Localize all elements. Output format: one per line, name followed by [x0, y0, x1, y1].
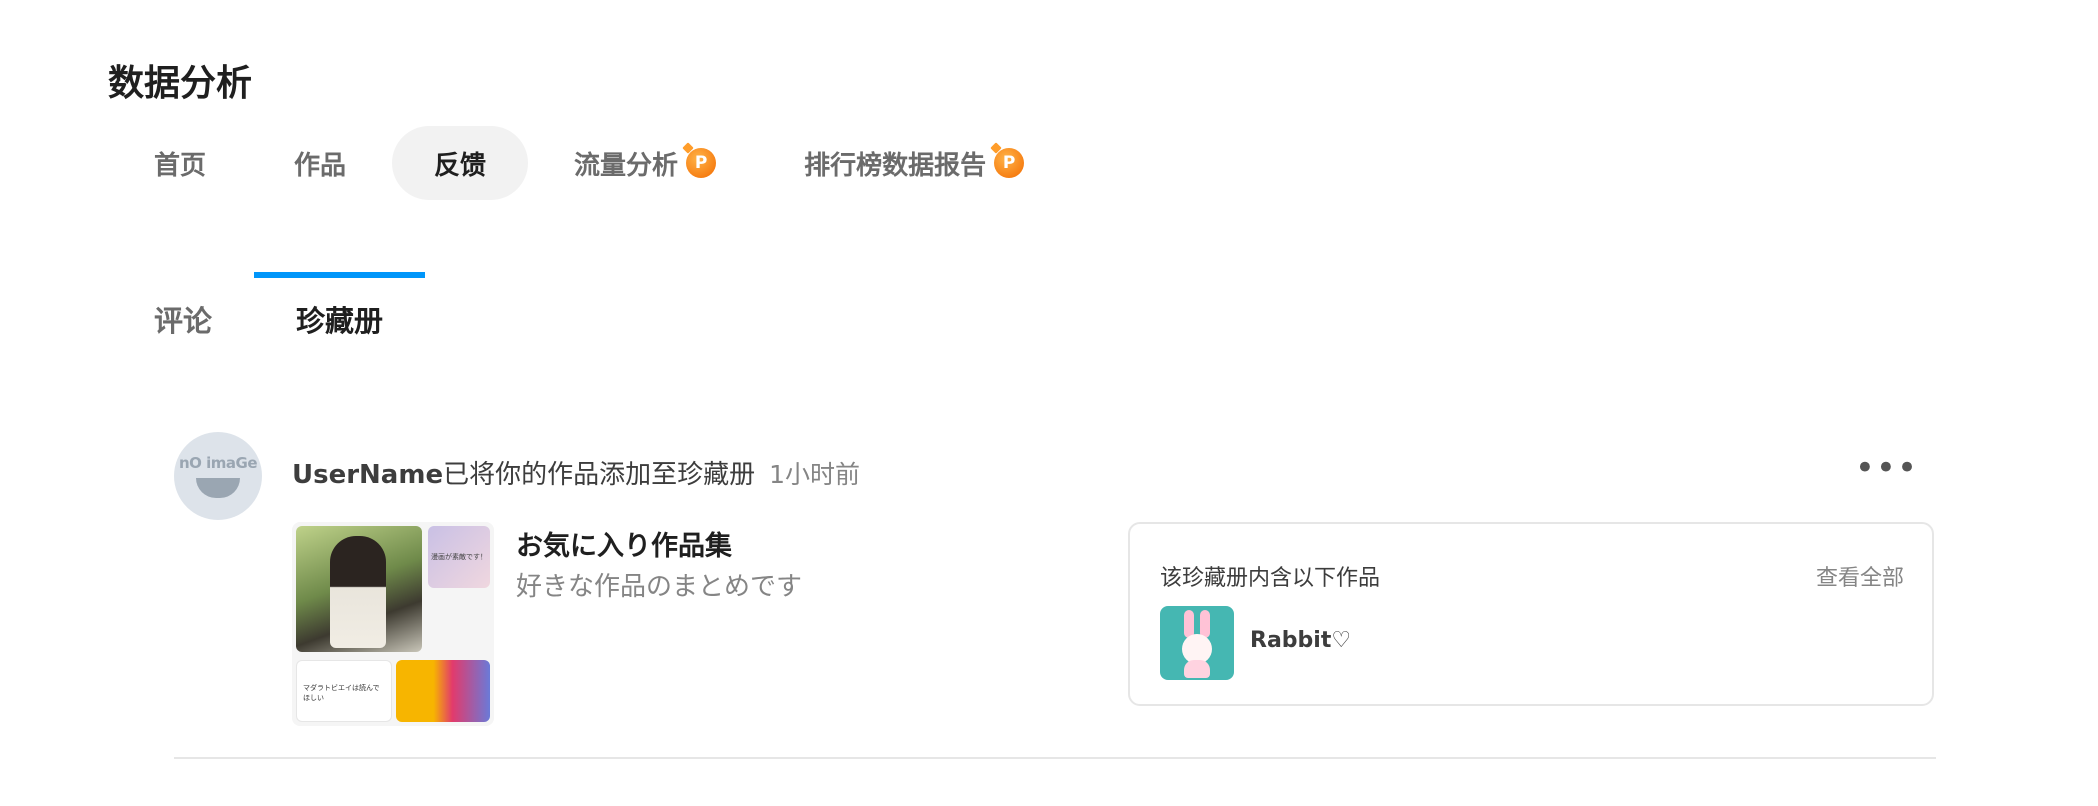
collection-artwork-main: [296, 526, 422, 652]
work-title-link[interactable]: Rabbit♡: [1250, 628, 1351, 653]
tab-label: 作品: [294, 150, 347, 181]
feed-headline: UserName已将你的作品添加至珍藏册 1小时前: [292, 454, 860, 491]
tab-ranking-report[interactable]: 排行榜数据报告 P: [762, 126, 1066, 200]
main-tabs: 首页 作品 反馈 流量分析 P 排行榜数据报告 P: [112, 126, 1070, 200]
artwork-figure: [330, 536, 386, 648]
feed-timestamp: 1小时前: [769, 460, 860, 489]
tab-label: 首页: [154, 150, 207, 181]
tab-label: 反馈: [434, 150, 487, 181]
tab-collections[interactable]: 珍藏册: [254, 272, 426, 366]
tab-feedback[interactable]: 反馈: [392, 126, 529, 200]
collection-artwork-small: [396, 660, 490, 722]
tab-comments[interactable]: 评论: [112, 272, 254, 366]
view-all-link[interactable]: 查看全部: [1816, 560, 1904, 592]
work-thumbnail[interactable]: [1160, 606, 1234, 680]
avatar-smile-shape: [196, 478, 240, 498]
avatar[interactable]: nO imaGe: [174, 432, 262, 520]
rabbit-body: [1184, 660, 1210, 678]
page-title: 数据分析: [108, 63, 253, 104]
user-name-link[interactable]: UserName: [292, 460, 443, 490]
collection-includes-panel: 该珍藏册内含以下作品 查看全部 Rabbit♡: [1128, 522, 1934, 706]
premium-icon: P: [686, 148, 717, 178]
collection-title[interactable]: お気に入り作品集: [516, 524, 732, 563]
includes-heading: 该珍藏册内含以下作品: [1160, 566, 1381, 591]
avatar-placeholder-text: nO imaGe: [178, 454, 258, 472]
feed-item: nO imaGe UserName已将你的作品添加至珍藏册 1小时前 ••• 漫画…: [174, 432, 1936, 759]
sub-tabs: 评论 珍藏册: [112, 272, 426, 366]
tab-home[interactable]: 首页: [112, 126, 248, 200]
feed-action-text: 已将你的作品添加至珍藏册: [443, 460, 756, 490]
premium-icon: P: [994, 148, 1025, 178]
collection-artwork-small: マダラトビエイは読んでほしい: [296, 660, 392, 722]
tab-label: 排行榜数据报告: [804, 150, 987, 181]
tab-works[interactable]: 作品: [252, 126, 388, 200]
tab-traffic-analysis[interactable]: 流量分析 P: [532, 126, 758, 200]
tab-label: 流量分析: [574, 150, 679, 181]
collection-thumbnail[interactable]: 漫画が素敵です！ マダラトビエイは読んでほしい: [292, 522, 494, 726]
collection-description: 好きな作品のまとめです: [516, 572, 803, 602]
more-options-icon[interactable]: •••: [1855, 451, 1918, 485]
collection-artwork-small: 漫画が素敵です！: [428, 526, 490, 588]
